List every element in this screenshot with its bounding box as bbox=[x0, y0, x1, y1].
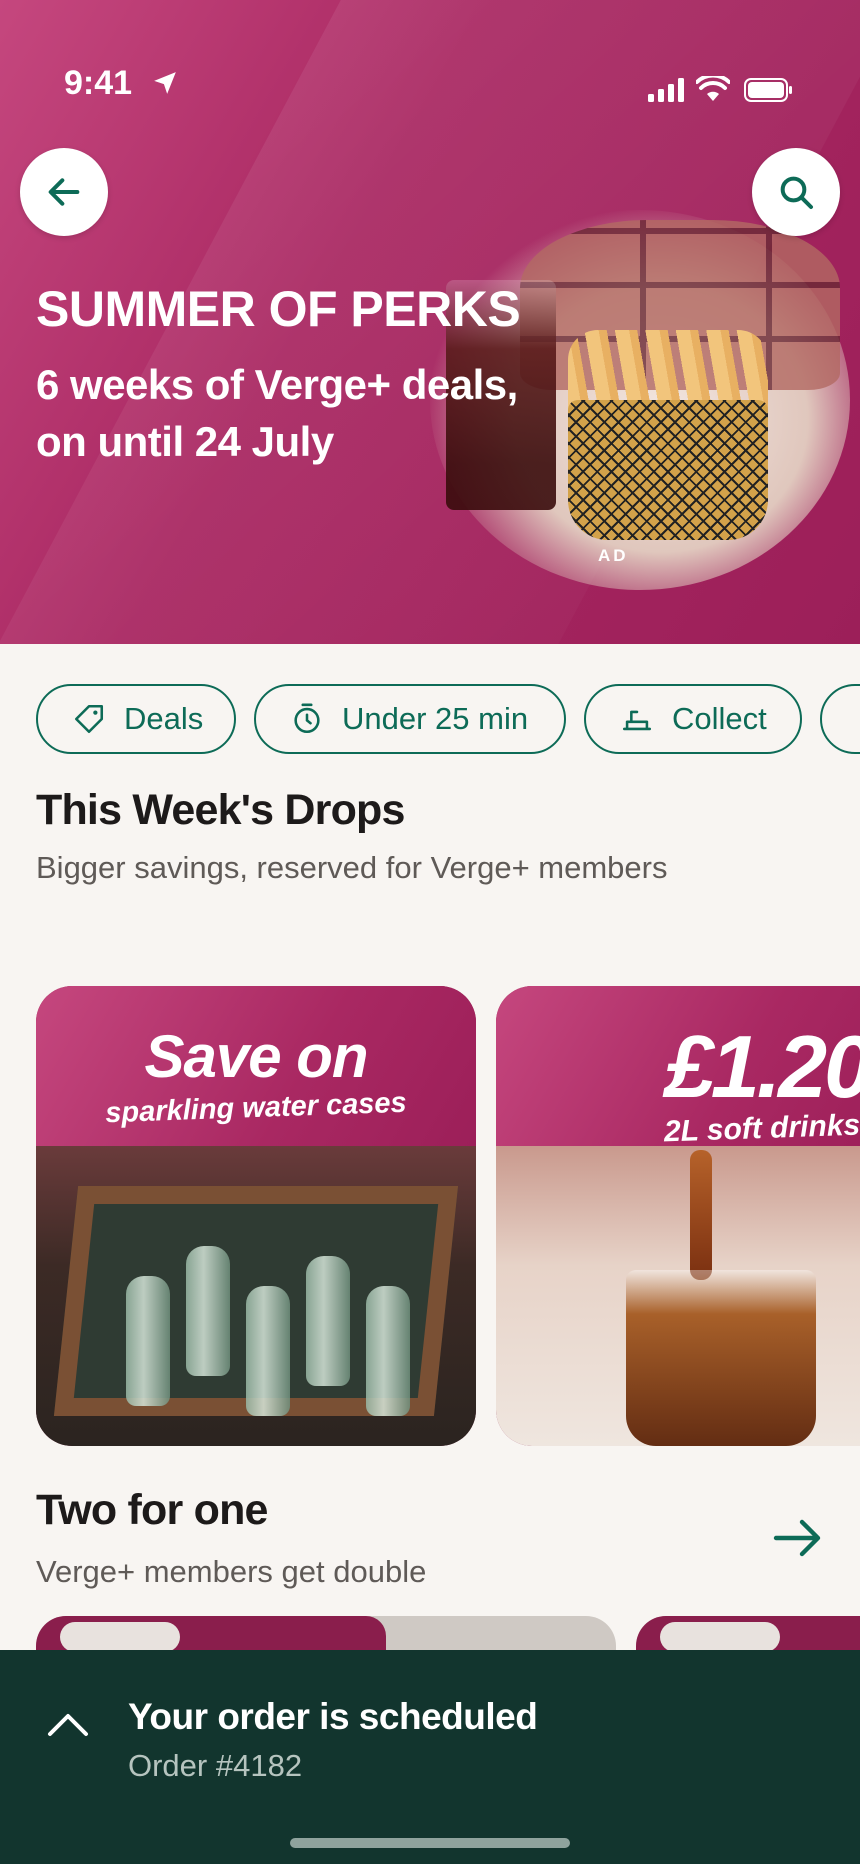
drops-section-subtitle: Bigger savings, reserved for Verge+ memb… bbox=[36, 850, 668, 885]
battery-icon bbox=[744, 78, 792, 102]
ad-label: AD bbox=[598, 546, 629, 565]
search-icon bbox=[780, 176, 813, 209]
order-number: Order #4182 bbox=[128, 1748, 303, 1783]
home-indicator[interactable] bbox=[290, 1838, 570, 1848]
bottle-image bbox=[126, 1276, 170, 1406]
hero-fry-basket bbox=[568, 400, 768, 540]
bottle-image bbox=[366, 1286, 410, 1416]
card-headline: Save on bbox=[144, 1023, 368, 1090]
filter-chips: Deals Under 25 min Collect bbox=[36, 684, 860, 756]
filter-chip-label: Collect bbox=[672, 701, 767, 736]
hero-fries bbox=[568, 330, 768, 410]
location-arrow-icon bbox=[154, 72, 176, 94]
bottle-image bbox=[306, 1256, 350, 1386]
order-title: Your order is scheduled bbox=[128, 1696, 538, 1737]
hero-subtitle: 6 weeks of Verge+ deals, on until 24 Jul… bbox=[36, 361, 518, 465]
status-bar: 9:41 bbox=[0, 0, 860, 102]
card-pill bbox=[660, 1622, 780, 1652]
filter-chip-collect[interactable]: Collect bbox=[584, 684, 802, 754]
bottle-image bbox=[246, 1286, 290, 1416]
card-pill bbox=[60, 1622, 180, 1652]
drink-glass-image bbox=[626, 1270, 816, 1446]
arrow-right-icon[interactable] bbox=[772, 1516, 824, 1560]
filter-chip-label: Deals bbox=[124, 701, 204, 736]
order-status-bar[interactable]: Your order is scheduled Order #4182 bbox=[0, 1650, 860, 1864]
back-button[interactable] bbox=[20, 148, 108, 236]
timer-icon bbox=[290, 702, 324, 736]
filter-chip-label: Under 25 min bbox=[342, 701, 529, 736]
status-time: 9:41 bbox=[64, 64, 133, 102]
signal-icon bbox=[648, 78, 684, 102]
deal-card-sparkling-water[interactable]: Save on sparkling water cases bbox=[36, 986, 476, 1446]
filter-chip-more[interactable] bbox=[820, 684, 860, 754]
drink-pour-image bbox=[690, 1150, 712, 1280]
arrow-left-icon bbox=[48, 178, 80, 206]
tag-icon bbox=[72, 702, 106, 736]
hero-title: SUMMER OF PERKS bbox=[36, 281, 521, 337]
two-for-one-subtitle: Verge+ members get double bbox=[36, 1554, 427, 1589]
filter-chip-under-25-min[interactable]: Under 25 min bbox=[254, 684, 566, 754]
card-headline: £1.20 bbox=[664, 1017, 860, 1116]
bag-icon bbox=[620, 702, 654, 736]
chevron-up-icon[interactable] bbox=[46, 1710, 90, 1740]
hero-banner[interactable]: 9:41 SUMMER OF PERKS 6 weeks of Verge+ d… bbox=[0, 0, 860, 644]
card-caption: 2L soft drinks bbox=[663, 1108, 860, 1149]
two-for-one-title: Two for one bbox=[36, 1486, 268, 1534]
wifi-icon bbox=[696, 76, 730, 101]
bottle-image bbox=[186, 1246, 230, 1376]
search-button[interactable] bbox=[752, 148, 840, 236]
drops-section-title: This Week's Drops bbox=[36, 786, 405, 834]
filter-chip-deals[interactable]: Deals bbox=[36, 684, 236, 754]
